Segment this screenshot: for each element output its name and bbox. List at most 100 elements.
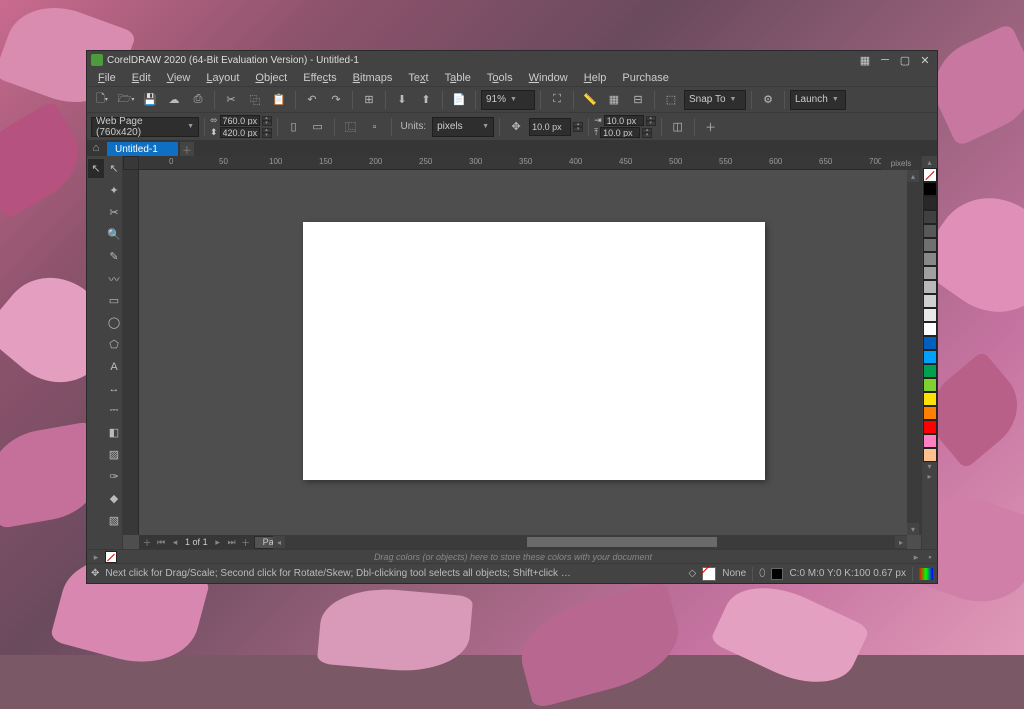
open-button[interactable]: 🗁▾ [115, 89, 137, 111]
next-page-icon[interactable]: ▸ [212, 536, 224, 548]
zoom-tool[interactable]: 🔍 [106, 225, 122, 244]
minimize-button[interactable]: ─ [877, 53, 893, 67]
scroll-right-icon[interactable]: ▸ [895, 536, 907, 548]
doc-palette-right-icon[interactable]: ▸ [909, 550, 923, 564]
color-eyedropper-tool[interactable]: ✑ [106, 467, 122, 486]
menu-table[interactable]: Table [438, 71, 478, 85]
menu-bitmaps[interactable]: Bitmaps [346, 71, 400, 85]
undo-button[interactable]: ↶ [301, 89, 323, 111]
save-button[interactable]: 💾 [139, 89, 161, 111]
cloud-button[interactable]: ☁ [163, 89, 185, 111]
color-swatch[interactable] [923, 406, 937, 420]
page-preset-dropdown[interactable]: Web Page (760x420)▼ [91, 117, 199, 137]
scroll-up-icon[interactable]: ▴ [907, 170, 919, 182]
color-swatch[interactable] [923, 336, 937, 350]
smart-fill-tool[interactable]: ▧ [106, 511, 122, 530]
text-tool[interactable]: A [106, 357, 122, 376]
prev-page-icon[interactable]: ◂ [169, 536, 181, 548]
doc-palette-expand-icon[interactable]: ▸ [87, 550, 105, 564]
new-document-tab[interactable]: ＋ [180, 142, 194, 156]
document-palette-hint[interactable]: ▸ Drag colors (or objects) here to store… [87, 549, 937, 563]
zoom-level-dropdown[interactable]: 91%▼ [481, 90, 535, 110]
drawing-page[interactable] [303, 222, 765, 480]
artistic-media-tool[interactable]: 〰 [106, 269, 122, 288]
show-guidelines-icon[interactable]: ⊟ [627, 89, 649, 111]
dup-x-input[interactable] [604, 115, 644, 126]
welcome-screen-button[interactable]: ⌂ [87, 140, 105, 156]
pick-tool-mini[interactable]: ↖ [88, 159, 104, 178]
new-button[interactable]: 🗋▾ [91, 89, 113, 111]
landscape-button[interactable]: ▭ [307, 116, 329, 138]
treat-as-filled-icon[interactable]: ◫ [667, 116, 689, 138]
color-swatch[interactable] [923, 392, 937, 406]
ruler-origin[interactable] [123, 156, 139, 170]
page-width-input[interactable] [220, 115, 260, 126]
add-page-after-icon[interactable]: ＋ [240, 536, 252, 548]
quick-customize-icon[interactable]: ▦ [857, 53, 873, 67]
polygon-tool[interactable]: ⬠ [106, 335, 122, 354]
width-down[interactable]: ▾ [262, 121, 272, 126]
menu-layout[interactable]: Layout [199, 71, 246, 85]
rectangle-tool[interactable]: ▭ [106, 291, 122, 310]
freehand-tool[interactable]: ✎ [106, 247, 122, 266]
menu-effects[interactable]: Effects [296, 71, 343, 85]
current-page-icon[interactable]: ▫ [364, 116, 386, 138]
no-color-swatch[interactable] [923, 168, 937, 182]
nudge-distance-input[interactable] [529, 118, 571, 136]
scroll-down-icon[interactable]: ▾ [907, 523, 919, 535]
vertical-ruler[interactable] [123, 170, 139, 535]
color-swatch[interactable] [923, 238, 937, 252]
menu-window[interactable]: Window [522, 71, 575, 85]
ellipse-tool[interactable]: ◯ [106, 313, 122, 332]
color-swatch[interactable] [923, 378, 937, 392]
color-swatch[interactable] [923, 308, 937, 322]
titlebar[interactable]: CorelDRAW 2020 (64-Bit Evaluation Versio… [87, 51, 937, 69]
fill-icon[interactable]: ◇ [689, 568, 697, 579]
menu-help[interactable]: Help [577, 71, 614, 85]
document-tab[interactable]: Untitled-1 [107, 142, 178, 156]
color-swatch[interactable] [923, 420, 937, 434]
menu-text[interactable]: Text [401, 71, 435, 85]
color-swatch[interactable] [923, 448, 937, 462]
launch-dropdown[interactable]: Launch▼ [790, 90, 846, 110]
palette-flyout-icon[interactable]: ▸ [923, 472, 936, 482]
scroll-thumb[interactable] [527, 537, 717, 547]
add-page-icon[interactable]: ＋ [141, 536, 153, 548]
dup-y-input[interactable] [600, 127, 640, 138]
color-swatch[interactable] [923, 266, 937, 280]
drop-shadow-tool[interactable]: ◧ [106, 423, 122, 442]
options-icon[interactable]: ⚙ [757, 89, 779, 111]
ruler-units-button[interactable]: pixels [881, 156, 921, 170]
close-button[interactable]: ✕ [917, 53, 933, 67]
menu-edit[interactable]: Edit [125, 71, 158, 85]
publish-pdf-icon[interactable]: 📄 [448, 89, 470, 111]
transparency-tool[interactable]: ▨ [106, 445, 122, 464]
color-proof-icon[interactable] [919, 568, 933, 580]
vertical-scrollbar[interactable]: ▴ ▾ [907, 170, 921, 535]
color-swatch[interactable] [923, 280, 937, 294]
export-button[interactable]: ⬆ [415, 89, 437, 111]
maximize-button[interactable]: ▢ [897, 53, 913, 67]
color-swatch[interactable] [923, 322, 937, 336]
connector-tool[interactable]: ⎓ [106, 401, 122, 420]
first-page-icon[interactable]: ⏮ [155, 536, 167, 548]
color-swatch[interactable] [923, 210, 937, 224]
portrait-button[interactable]: ▯ [283, 116, 305, 138]
page-height-input[interactable] [220, 127, 260, 138]
outline-icon[interactable]: ⬯ [759, 568, 765, 579]
height-down[interactable]: ▾ [262, 133, 272, 138]
color-swatch[interactable] [923, 364, 937, 378]
search-content-icon[interactable]: ⊞ [358, 89, 380, 111]
snap-to-dropdown[interactable]: Snap To▼ [684, 90, 746, 110]
menu-tools[interactable]: Tools [480, 71, 520, 85]
color-swatch[interactable] [923, 224, 937, 238]
parallel-dimension-tool[interactable]: ↔ [106, 379, 122, 398]
scroll-left-icon[interactable]: ◂ [273, 536, 285, 548]
all-pages-icon[interactable]: ⿺ [340, 116, 362, 138]
horizontal-scrollbar[interactable]: ◂ ▸ [273, 535, 907, 549]
full-screen-icon[interactable]: ⛶ [546, 89, 568, 111]
color-swatch[interactable] [923, 182, 937, 196]
copy-icon[interactable]: ⿻ [244, 89, 266, 111]
last-page-icon[interactable]: ⏭ [226, 536, 238, 548]
show-grid-icon[interactable]: ▦ [603, 89, 625, 111]
